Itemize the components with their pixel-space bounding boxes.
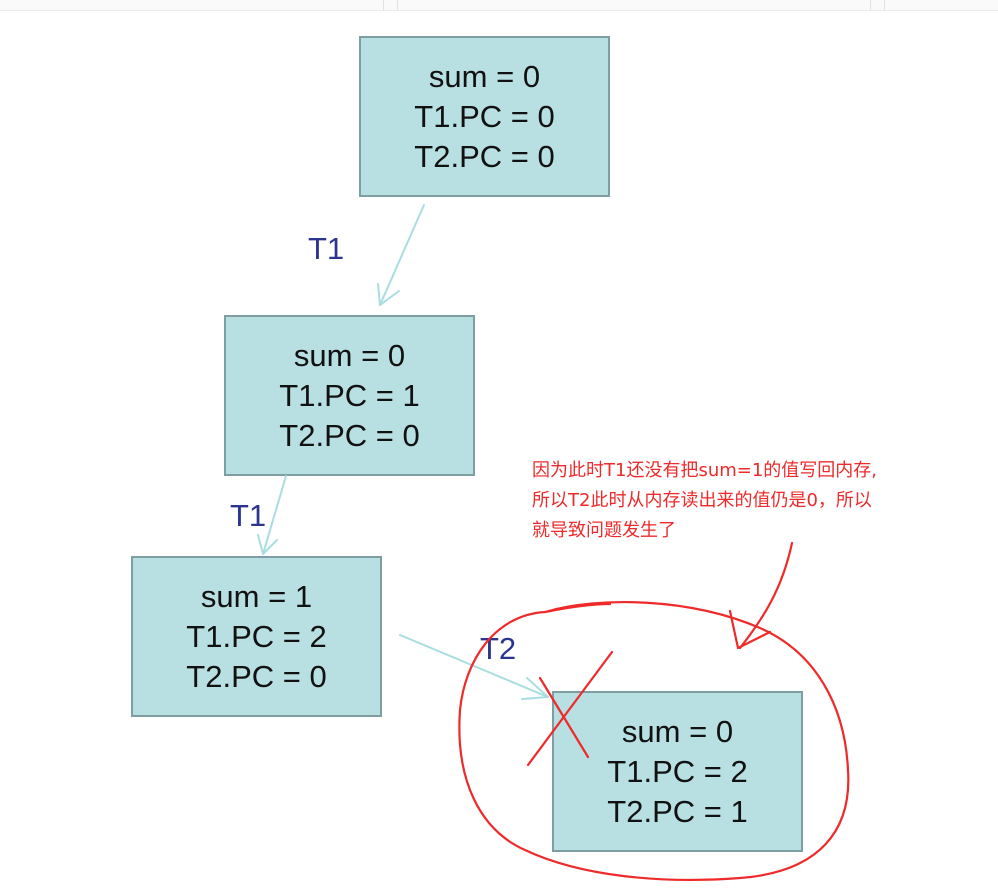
annotation-note: 因为此时T1还没有把sum=1的值写回内存, 所以T2此时从内存读出来的值仍是0… xyxy=(532,456,997,546)
cross-mark xyxy=(526,650,614,767)
annotation-line: 因为此时T1还没有把sum=1的值写回内存, xyxy=(532,460,878,481)
pointer-arrow xyxy=(738,541,794,650)
edge-arrow-s0-s1 xyxy=(379,204,425,306)
highlight-circle xyxy=(458,600,850,881)
annotation-line: 就导致问题发生了 xyxy=(532,520,676,541)
cross-mark xyxy=(538,676,590,759)
diagram-overlay xyxy=(257,204,850,881)
annotation-line: 所以T2此时从内存读出来的值仍是0，所以 xyxy=(532,490,872,511)
edge-arrow-s2-s3 xyxy=(399,634,549,698)
